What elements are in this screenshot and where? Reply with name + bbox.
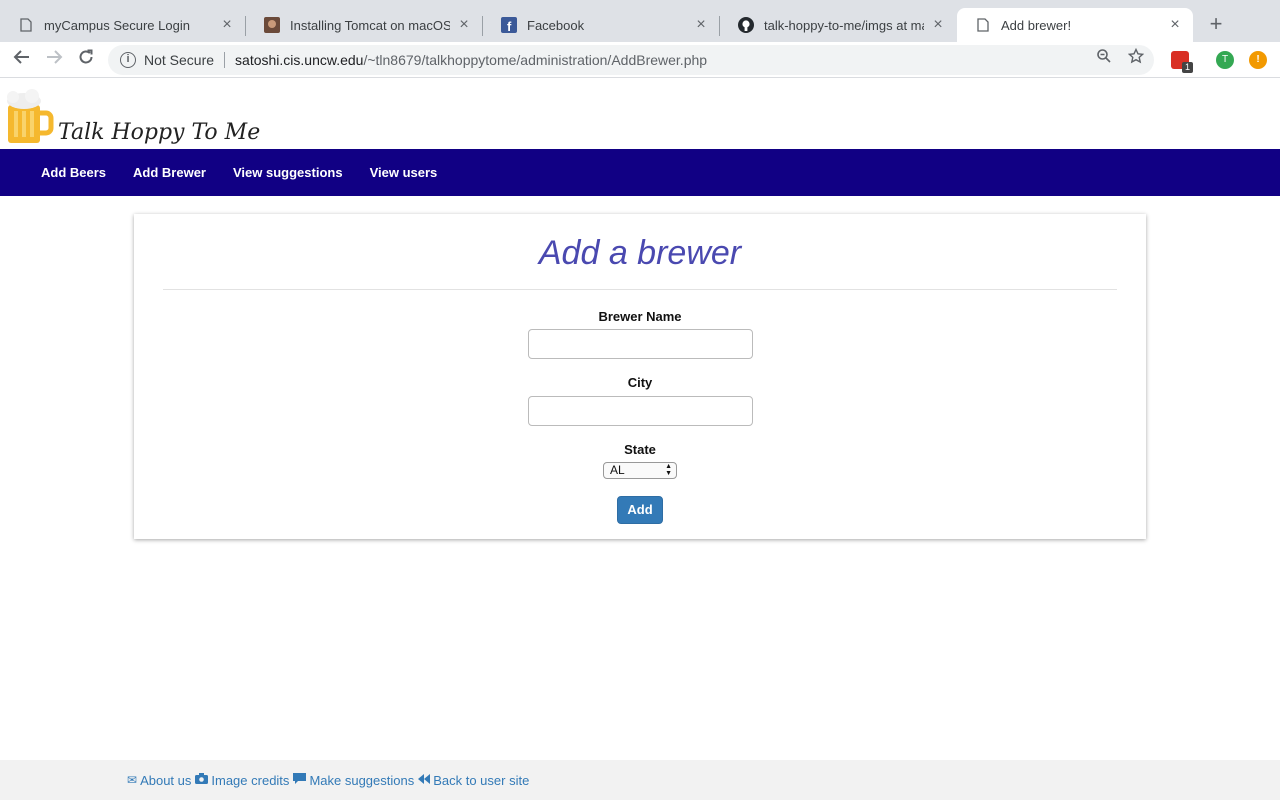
state-select[interactable]: AL ▲ ▼	[603, 462, 677, 479]
zoom-icon[interactable]	[1094, 48, 1114, 68]
browser-toolbar: i Not Secure satoshi.cis.uncw.edu/~tln86…	[0, 42, 1280, 78]
reload-icon	[79, 49, 93, 64]
admin-navbar: Add Beers Add Brewer View suggestions Vi…	[0, 149, 1280, 196]
nav-view-users[interactable]: View users	[370, 165, 438, 180]
page-icon	[18, 17, 34, 33]
bookmark-star-icon[interactable]	[1126, 47, 1146, 68]
security-label: Not Secure	[144, 52, 215, 68]
camera-icon	[195, 773, 209, 787]
address-bar[interactable]: i Not Secure satoshi.cis.uncw.edu/~tln86…	[108, 45, 1154, 75]
add-brewer-form-card: Add a brewer Brewer Name City State AL ▲…	[134, 214, 1146, 539]
arrow-left-icon	[13, 50, 29, 64]
city-label: City	[627, 375, 653, 390]
state-selected-value: AL	[610, 463, 625, 477]
footer: ✉ About us Image credits Make suggestion…	[0, 760, 1280, 800]
reload-button[interactable]	[74, 48, 98, 72]
beer-mug-icon	[7, 89, 54, 143]
nav-add-brewer[interactable]: Add Brewer	[133, 165, 206, 180]
footer-link-suggestions[interactable]: Make suggestions	[293, 772, 415, 788]
omnibox-divider	[224, 52, 226, 68]
photo-avatar-icon	[264, 17, 280, 33]
footer-link-back-to-user-site[interactable]: Back to user site	[418, 773, 529, 788]
forward-button[interactable]	[42, 48, 66, 72]
footer-link-label: Image credits	[211, 772, 290, 788]
add-button[interactable]: Add	[617, 496, 663, 524]
footer-link-label: Back to user site	[433, 772, 530, 788]
select-arrows-icon: ▲ ▼	[665, 463, 672, 477]
alert-icon[interactable]: !	[1249, 51, 1267, 69]
svg-text:f: f	[507, 19, 512, 33]
footer-link-image-credits[interactable]: Image credits	[195, 773, 289, 788]
tab-title: Add brewer!	[1001, 17, 1072, 33]
close-tab-icon[interactable]: ×	[1167, 17, 1183, 33]
tab-title: Installing Tomcat on macOS 10	[290, 17, 450, 33]
browser-tab-strip: myCampus Secure Login × Installing Tomca…	[0, 0, 1280, 42]
profile-avatar[interactable]: T	[1216, 51, 1234, 69]
browser-tab-tomcat[interactable]: Installing Tomcat on macOS 10 ×	[246, 8, 482, 42]
close-tab-icon[interactable]: ×	[930, 17, 946, 33]
comment-icon	[293, 772, 307, 788]
site-logo[interactable]: Talk Hoppy To Me	[4, 83, 260, 147]
footer-link-about[interactable]: ✉ About us	[127, 773, 191, 788]
backward-icon	[418, 773, 431, 787]
tab-title: myCampus Secure Login	[44, 17, 190, 33]
footer-link-label: About us	[140, 772, 192, 788]
url-path: /~tln8679/talkhoppytome/administration/A…	[363, 52, 708, 68]
brewer-name-label: Brewer Name	[598, 309, 682, 324]
page-title: Add a brewer	[538, 234, 742, 272]
tab-title: Facebook	[527, 17, 585, 33]
info-icon[interactable]: i	[120, 52, 136, 68]
web-page: Talk Hoppy To Me Add Beers Add Brewer Vi…	[0, 79, 1280, 800]
arrow-right-icon	[47, 50, 63, 64]
browser-tab-github[interactable]: talk-hoppy-to-me/imgs at mas ×	[720, 8, 956, 42]
site-brand-name: Talk Hoppy To Me	[58, 120, 261, 145]
browser-tab-mycampus[interactable]: myCampus Secure Login ×	[0, 8, 245, 42]
page-icon	[975, 17, 991, 33]
extension-icon[interactable]: 1	[1171, 51, 1193, 73]
tab-title: talk-hoppy-to-me/imgs at mas	[764, 17, 924, 33]
browser-tab-add-brewer[interactable]: Add brewer! ×	[957, 8, 1193, 42]
close-tab-icon[interactable]: ×	[693, 17, 709, 33]
browser-tab-facebook[interactable]: f Facebook ×	[483, 8, 719, 42]
url-host: satoshi.cis.uncw.edu	[235, 52, 364, 68]
nav-view-suggestions[interactable]: View suggestions	[233, 165, 343, 180]
github-icon	[738, 17, 754, 33]
footer-link-label: Make suggestions	[309, 772, 415, 788]
close-tab-icon[interactable]: ×	[456, 17, 472, 33]
facebook-icon: f	[501, 17, 517, 33]
city-input[interactable]	[528, 396, 753, 426]
brewer-name-input[interactable]	[528, 329, 753, 359]
new-tab-button[interactable]: +	[1204, 12, 1228, 36]
back-button[interactable]	[10, 48, 34, 72]
title-divider	[163, 289, 1117, 290]
extension-badge: 1	[1182, 62, 1193, 73]
envelope-icon: ✉	[127, 773, 138, 787]
nav-add-beers[interactable]: Add Beers	[41, 165, 106, 180]
state-label: State	[624, 442, 656, 457]
close-tab-icon[interactable]: ×	[219, 17, 235, 33]
